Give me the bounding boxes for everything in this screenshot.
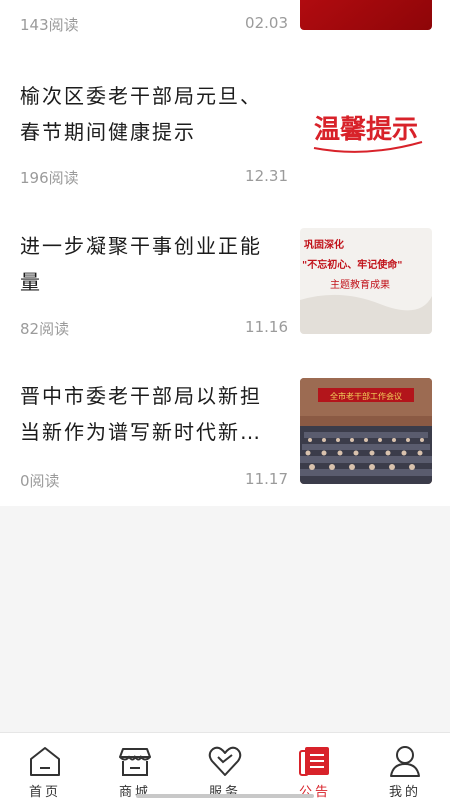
home-icon bbox=[30, 747, 60, 776]
read-count: 143阅读 bbox=[20, 16, 79, 34]
bottom-tab-bar: 首页 商城 服务 公告 我的 bbox=[0, 732, 450, 801]
news-item[interactable]: 榆次区委老干部局元旦、春节期间健康提示 196阅读 12.31 温馨提示 bbox=[0, 48, 450, 206]
heart-icon bbox=[208, 746, 242, 776]
news-thumbnail[interactable]: 巩固深化 "不忘初心、牢记使命" 主题教育成果 bbox=[300, 228, 432, 334]
publish-date: 02.03 bbox=[245, 14, 288, 32]
read-count: 196阅读 bbox=[20, 169, 79, 187]
thumbnail-line: 巩固深化 bbox=[304, 238, 344, 251]
news-title: 晋中市委老干部局以新担当新作为谱写新时代新… bbox=[20, 384, 262, 444]
home-indicator[interactable] bbox=[136, 794, 314, 798]
shop-icon bbox=[119, 748, 151, 776]
news-thumbnail[interactable]: 全市老干部工作会议 bbox=[300, 378, 432, 484]
news-thumbnail[interactable] bbox=[300, 0, 432, 30]
tab-label: 首页 bbox=[28, 785, 61, 800]
news-feed: 143阅读 02.03 榆次区委老干部局元旦、春节期间健康提示 196阅读 12… bbox=[0, 0, 450, 506]
news-item[interactable]: 晋中市委老干部局以新担当新作为谱写新时代新… 0阅读 11.17 全市老干部工作… bbox=[0, 356, 450, 506]
item-meta: 143阅读 02.03 bbox=[20, 14, 288, 34]
tab-service[interactable]: 服务 bbox=[180, 733, 270, 801]
item-meta: 82阅读 11.16 bbox=[20, 318, 288, 338]
news-title: 进一步凝聚干事创业正能量 bbox=[20, 234, 262, 294]
publish-date: 12.31 bbox=[245, 167, 288, 185]
thumbnail-line: "不忘初心、牢记使命" bbox=[302, 258, 402, 271]
news-item[interactable]: 进一步凝聚干事创业正能量 82阅读 11.16 巩固深化 "不忘初心、牢记使命"… bbox=[0, 206, 450, 356]
tab-mine[interactable]: 我的 bbox=[360, 733, 450, 801]
item-meta: 0阅读 11.17 bbox=[20, 470, 288, 490]
thumbnail-text: 温馨提示 bbox=[314, 115, 418, 145]
tab-home[interactable]: 首页 bbox=[0, 733, 90, 801]
item-meta: 196阅读 12.31 bbox=[20, 167, 288, 187]
tab-notice[interactable]: 公告 bbox=[270, 733, 360, 801]
publish-date: 11.16 bbox=[245, 318, 288, 336]
news-item[interactable]: 143阅读 02.03 bbox=[0, 0, 450, 48]
read-count: 82阅读 bbox=[20, 320, 70, 338]
publish-date: 11.17 bbox=[245, 470, 288, 488]
tab-shop[interactable]: 商城 bbox=[90, 733, 180, 801]
news-title: 榆次区委老干部局元旦、春节期间健康提示 bbox=[20, 84, 262, 144]
news-thumbnail[interactable]: 温馨提示 bbox=[300, 78, 432, 184]
user-icon bbox=[390, 746, 420, 777]
thumbnail-line: 主题教育成果 bbox=[330, 278, 390, 291]
notice-icon bbox=[299, 747, 329, 776]
tab-label: 我的 bbox=[388, 785, 421, 800]
thumbnail-banner: 全市老干部工作会议 bbox=[330, 391, 402, 401]
read-count: 0阅读 bbox=[20, 472, 60, 490]
